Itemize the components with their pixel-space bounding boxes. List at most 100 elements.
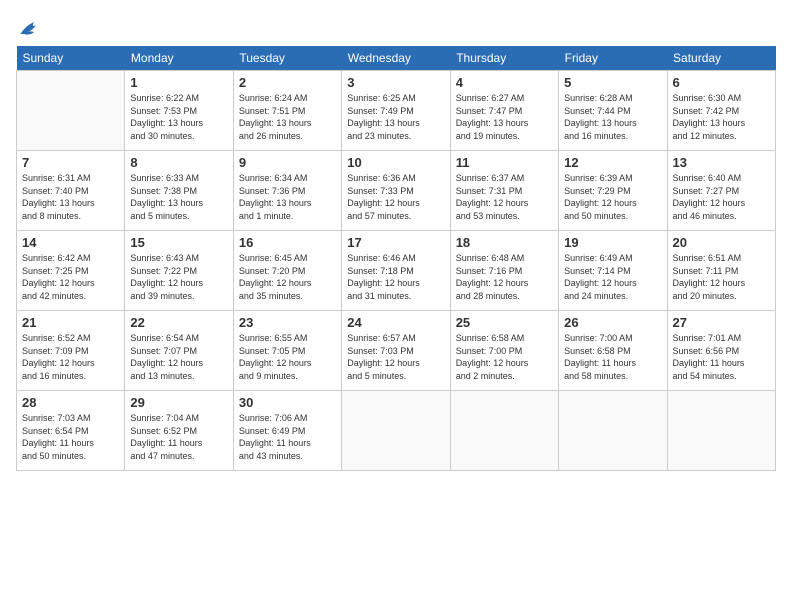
calendar-cell: 15 Sunrise: 6:43 AMSunset: 7:22 PMDayligh… (125, 231, 233, 311)
calendar-cell: 2 Sunrise: 6:24 AMSunset: 7:51 PMDaylight… (233, 71, 341, 151)
calendar-cell: 29 Sunrise: 7:04 AMSunset: 6:52 PMDayligh… (125, 391, 233, 471)
calendar-cell: 16Sunrise: 6:45 AMSunset: 7:20 PMDayligh… (233, 231, 341, 311)
calendar-cell (559, 391, 667, 471)
calendar-cell: 21 Sunrise: 6:52 AMSunset: 7:09 PMDayligh… (17, 311, 125, 391)
day-info: Sunrise: 6:55 AMSunset: 7:05 PMDaylight:… (239, 332, 336, 382)
day-info: Sunrise: 6:33 AMSunset: 7:38 PMDaylight:… (130, 172, 227, 222)
day-number: 15 (130, 235, 227, 250)
header-saturday: Saturday (667, 46, 775, 71)
calendar-cell: 30 Sunrise: 7:06 AMSunset: 6:49 PMDayligh… (233, 391, 341, 471)
day-number: 30 (239, 395, 336, 410)
day-info: Sunrise: 7:06 AMSunset: 6:49 PMDaylight:… (239, 412, 336, 462)
header-monday: Monday (125, 46, 233, 71)
header-friday: Friday (559, 46, 667, 71)
week-row-1: 1 Sunrise: 6:22 AMSunset: 7:53 PMDaylight… (17, 71, 776, 151)
calendar-cell: 12Sunrise: 6:39 AMSunset: 7:29 PMDayligh… (559, 151, 667, 231)
calendar-cell: 23 Sunrise: 6:55 AMSunset: 7:05 PMDayligh… (233, 311, 341, 391)
day-info: Sunrise: 6:34 AMSunset: 7:36 PMDaylight:… (239, 172, 336, 222)
day-info: Sunrise: 6:43 AMSunset: 7:22 PMDaylight:… (130, 252, 227, 302)
day-info: Sunrise: 6:45 AMSunset: 7:20 PMDaylight:… (239, 252, 336, 302)
day-number: 4 (456, 75, 553, 90)
calendar-cell: 11 Sunrise: 6:37 AMSunset: 7:31 PMDayligh… (450, 151, 558, 231)
day-number: 28 (22, 395, 119, 410)
day-info: Sunrise: 6:24 AMSunset: 7:51 PMDaylight:… (239, 92, 336, 142)
day-number: 29 (130, 395, 227, 410)
calendar-cell: 24 Sunrise: 6:57 AMSunset: 7:03 PMDayligh… (342, 311, 450, 391)
day-number: 22 (130, 315, 227, 330)
page: SundayMondayTuesdayWednesdayThursdayFrid… (0, 0, 792, 612)
day-info: Sunrise: 6:30 AMSunset: 7:42 PMDaylight:… (673, 92, 770, 142)
day-info: Sunrise: 6:46 AMSunset: 7:18 PMDaylight:… (347, 252, 444, 302)
day-number: 24 (347, 315, 444, 330)
header-tuesday: Tuesday (233, 46, 341, 71)
calendar-cell: 19Sunrise: 6:49 AMSunset: 7:14 PMDayligh… (559, 231, 667, 311)
calendar-cell: 22 Sunrise: 6:54 AMSunset: 7:07 PMDayligh… (125, 311, 233, 391)
day-number: 21 (22, 315, 119, 330)
calendar-cell (667, 391, 775, 471)
day-info: Sunrise: 6:54 AMSunset: 7:07 PMDaylight:… (130, 332, 227, 382)
header-wednesday: Wednesday (342, 46, 450, 71)
logo-bird-icon (17, 16, 41, 40)
day-info: Sunrise: 6:22 AMSunset: 7:53 PMDaylight:… (130, 92, 227, 142)
calendar-cell: 13 Sunrise: 6:40 AMSunset: 7:27 PMDayligh… (667, 151, 775, 231)
day-info: Sunrise: 6:27 AMSunset: 7:47 PMDaylight:… (456, 92, 553, 142)
day-info: Sunrise: 6:52 AMSunset: 7:09 PMDaylight:… (22, 332, 119, 382)
day-number: 9 (239, 155, 336, 170)
day-number: 10 (347, 155, 444, 170)
day-number: 7 (22, 155, 119, 170)
header (16, 16, 776, 36)
calendar-cell: 27Sunrise: 7:01 AMSunset: 6:56 PMDayligh… (667, 311, 775, 391)
calendar-cell: 17 Sunrise: 6:46 AMSunset: 7:18 PMDayligh… (342, 231, 450, 311)
day-info: Sunrise: 6:36 AMSunset: 7:33 PMDaylight:… (347, 172, 444, 222)
day-info: Sunrise: 6:25 AMSunset: 7:49 PMDaylight:… (347, 92, 444, 142)
calendar-cell: 3Sunrise: 6:25 AMSunset: 7:49 PMDaylight… (342, 71, 450, 151)
day-info: Sunrise: 6:37 AMSunset: 7:31 PMDaylight:… (456, 172, 553, 222)
calendar-cell: 28 Sunrise: 7:03 AMSunset: 6:54 PMDayligh… (17, 391, 125, 471)
day-number: 27 (673, 315, 770, 330)
logo (16, 16, 41, 36)
day-number: 2 (239, 75, 336, 90)
day-number: 5 (564, 75, 661, 90)
day-number: 14 (22, 235, 119, 250)
week-row-4: 21 Sunrise: 6:52 AMSunset: 7:09 PMDayligh… (17, 311, 776, 391)
day-number: 18 (456, 235, 553, 250)
calendar-table: SundayMondayTuesdayWednesdayThursdayFrid… (16, 46, 776, 471)
calendar-cell: 7 Sunrise: 6:31 AMSunset: 7:40 PMDaylight… (17, 151, 125, 231)
day-number: 20 (673, 235, 770, 250)
day-number: 23 (239, 315, 336, 330)
day-info: Sunrise: 7:04 AMSunset: 6:52 PMDaylight:… (130, 412, 227, 462)
day-number: 8 (130, 155, 227, 170)
calendar-cell: 4 Sunrise: 6:27 AMSunset: 7:47 PMDaylight… (450, 71, 558, 151)
calendar-cell (17, 71, 125, 151)
calendar-cell: 6 Sunrise: 6:30 AMSunset: 7:42 PMDaylight… (667, 71, 775, 151)
week-row-5: 28 Sunrise: 7:03 AMSunset: 6:54 PMDayligh… (17, 391, 776, 471)
day-number: 26 (564, 315, 661, 330)
calendar-cell: 26Sunrise: 7:00 AMSunset: 6:58 PMDayligh… (559, 311, 667, 391)
day-info: Sunrise: 6:39 AMSunset: 7:29 PMDaylight:… (564, 172, 661, 222)
day-number: 13 (673, 155, 770, 170)
week-row-2: 7 Sunrise: 6:31 AMSunset: 7:40 PMDaylight… (17, 151, 776, 231)
day-info: Sunrise: 6:42 AMSunset: 7:25 PMDaylight:… (22, 252, 119, 302)
header-sunday: Sunday (17, 46, 125, 71)
day-number: 11 (456, 155, 553, 170)
day-number: 17 (347, 235, 444, 250)
logo-text (16, 16, 41, 40)
calendar-cell: 20Sunrise: 6:51 AMSunset: 7:11 PMDayligh… (667, 231, 775, 311)
day-info: Sunrise: 6:48 AMSunset: 7:16 PMDaylight:… (456, 252, 553, 302)
calendar-cell: 25Sunrise: 6:58 AMSunset: 7:00 PMDayligh… (450, 311, 558, 391)
day-info: Sunrise: 6:28 AMSunset: 7:44 PMDaylight:… (564, 92, 661, 142)
calendar-cell: 14 Sunrise: 6:42 AMSunset: 7:25 PMDayligh… (17, 231, 125, 311)
day-info: Sunrise: 6:40 AMSunset: 7:27 PMDaylight:… (673, 172, 770, 222)
day-number: 25 (456, 315, 553, 330)
day-info: Sunrise: 6:31 AMSunset: 7:40 PMDaylight:… (22, 172, 119, 222)
calendar-cell: 10 Sunrise: 6:36 AMSunset: 7:33 PMDayligh… (342, 151, 450, 231)
calendar-cell (342, 391, 450, 471)
calendar-cell: 9 Sunrise: 6:34 AMSunset: 7:36 PMDaylight… (233, 151, 341, 231)
header-row: SundayMondayTuesdayWednesdayThursdayFrid… (17, 46, 776, 71)
day-number: 6 (673, 75, 770, 90)
header-thursday: Thursday (450, 46, 558, 71)
day-info: Sunrise: 7:03 AMSunset: 6:54 PMDaylight:… (22, 412, 119, 462)
day-info: Sunrise: 6:57 AMSunset: 7:03 PMDaylight:… (347, 332, 444, 382)
calendar-cell (450, 391, 558, 471)
day-number: 1 (130, 75, 227, 90)
